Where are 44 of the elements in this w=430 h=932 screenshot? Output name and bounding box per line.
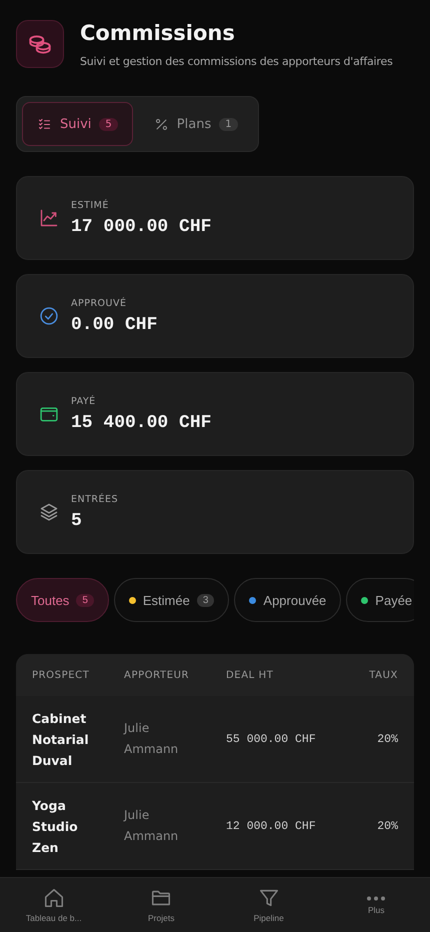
table-cell-text: Julie Ammann [124,720,180,758]
table-cell-text: 55 000.00 CHF [226,732,317,746]
stat-label: APPROUVÉ [71,298,128,308]
page-subtitle: Suivi et gestion des commissions des apporteurs d'affaires [80,55,393,68]
chart-icon [39,208,59,228]
nav-item[interactable]: Pipeline [254,887,284,923]
stat-label: ESTIMÉ [71,200,110,210]
check-circle-icon [39,306,59,326]
count-badge: 5 [76,594,94,606]
count-badge: 1 [219,118,238,130]
stat-label: ENTRÉES [71,494,118,504]
stat-value: 0.00 CHF [71,314,158,334]
table-cell-text: Julie Ammann [124,807,180,845]
table-cell-text: 12 000.00 CHF [226,820,317,832]
tab[interactable]: Plans 1 [138,102,253,146]
table-cell-text: Yoga Studio Zen [32,796,79,856]
table-cell-text: Cabinet Notarial Duval [32,710,90,770]
column-header: TAUX [368,670,398,680]
filter-chip[interactable]: Toutes 5 [16,578,109,622]
stat-label: PAYÉ [71,396,97,406]
column-header: DEAL HT [226,670,274,680]
column-header: PROSPECT [32,670,90,680]
home-icon [42,887,65,909]
column-header: APPORTEUR [124,670,190,680]
stat-value: 15 400.00 CHF [71,412,212,432]
count-badge: 3 [196,594,214,606]
nav-item[interactable]: Tableau de b... [26,887,82,923]
more-icon [366,896,386,900]
percent-icon [154,116,169,132]
filter-chip[interactable]: Approuvée [234,578,342,622]
filter-chip[interactable]: Payée [346,578,414,622]
nav-item[interactable]: Projets [148,887,174,923]
nav-item[interactable]: Plus [366,896,386,914]
stat-value: 17 000.00 CHF [71,216,212,236]
filter-icon [258,887,280,909]
tab[interactable]: Suivi 5 [22,102,133,146]
table-cell-text: 20% [376,732,398,746]
table-cell-text: 20% [376,820,398,832]
layers-icon [39,502,59,522]
stat-value: 5 [71,510,83,530]
checklist-icon [37,116,52,132]
page-title: Commissions [80,20,236,46]
count-badge: 5 [99,118,118,130]
filter-chip[interactable]: Estimée 3 [114,578,230,622]
